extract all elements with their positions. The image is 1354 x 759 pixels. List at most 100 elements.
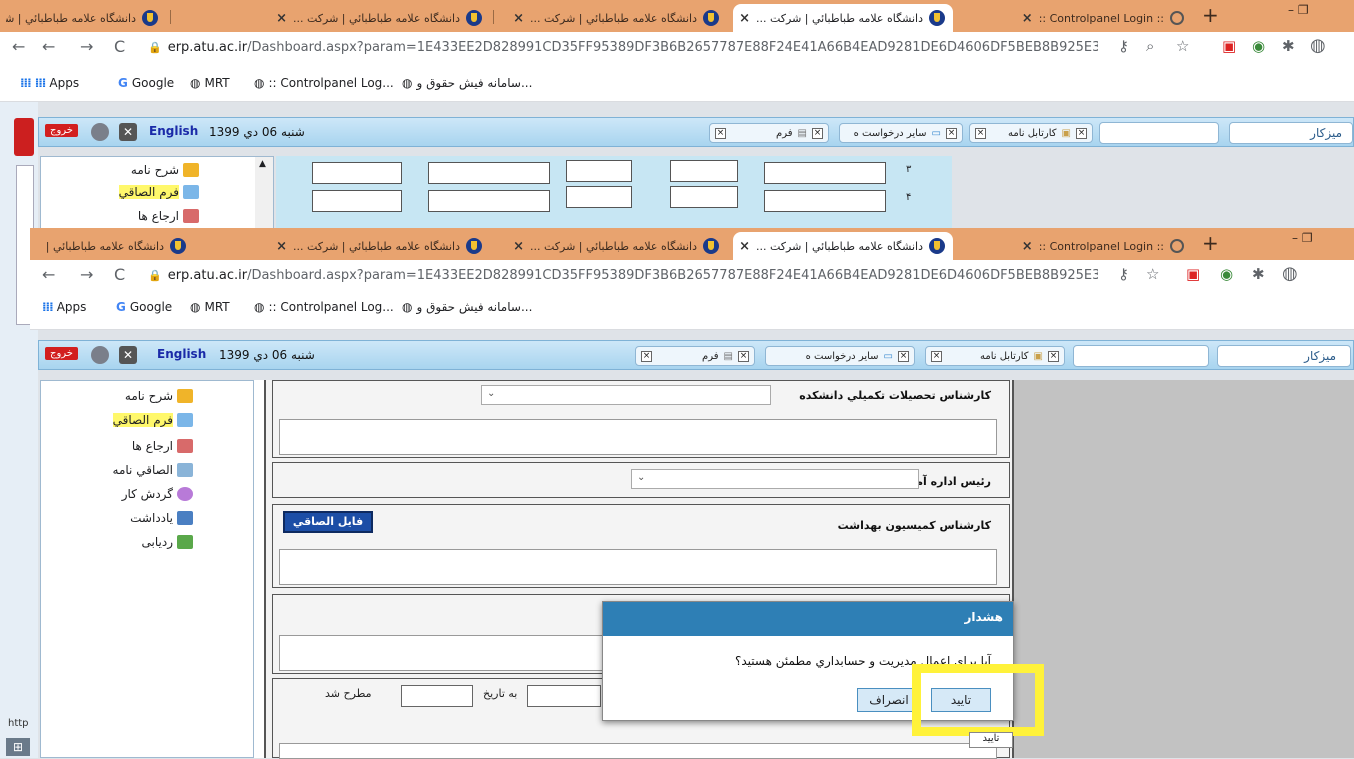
close-tab-icon[interactable]: × xyxy=(513,239,524,254)
close-tab-icon[interactable]: × xyxy=(715,127,726,139)
refresh-icon[interactable] xyxy=(91,346,109,364)
close-tab-icon[interactable]: × xyxy=(1022,11,1033,26)
form-cell[interactable] xyxy=(312,190,402,212)
form-cell[interactable] xyxy=(428,190,550,212)
close-tab-icon[interactable]: × xyxy=(1076,127,1087,139)
sidebar-item-note[interactable]: يادداشت xyxy=(130,511,193,525)
close-tab-icon[interactable]: × xyxy=(1022,239,1033,254)
pdf-extension-icon[interactable]: ▣ xyxy=(1222,37,1236,55)
pdf-extension-icon[interactable]: ▣ xyxy=(1186,265,1200,283)
browser-tab[interactable]: دانشگاه علامه طباطبائي | شرکت ...× xyxy=(250,232,490,260)
close-tab-icon[interactable]: × xyxy=(739,239,750,254)
sidebar-item-elsaqi[interactable]: الصاقي نامه xyxy=(113,463,193,477)
close-tab-icon[interactable]: × xyxy=(513,11,524,26)
back-arrow-icon[interactable]: ← xyxy=(42,37,55,56)
english-link[interactable]: English xyxy=(149,124,198,138)
sidebar-item-sharh[interactable]: شرح نامه xyxy=(131,163,199,177)
graduate-expert-select[interactable]: ⌄ xyxy=(481,385,771,405)
close-tab-icon[interactable]: × xyxy=(739,11,750,26)
close-tab-icon[interactable]: × xyxy=(1048,350,1059,362)
bookmark-mrt[interactable]: ◍ MRT xyxy=(190,76,230,90)
back-arrow-icon[interactable]: ← xyxy=(12,37,25,56)
header-tab-other[interactable]: × ▭ ساير درخواست ه xyxy=(839,123,963,143)
close-tab-icon[interactable]: × xyxy=(975,127,986,139)
zoom-icon[interactable]: ⌕ xyxy=(1146,37,1154,55)
windows-start-icon[interactable]: ⊞ xyxy=(6,738,30,756)
header-tab-kartabl[interactable]: × ▣ كارتابل نامه × xyxy=(969,123,1093,143)
header-tab-form[interactable]: × ▤ فرم × xyxy=(709,123,829,143)
profile-icon[interactable]: ◍ xyxy=(1310,35,1326,56)
browser-tab[interactable]: دانشگاه علامه طباطبائي | شرکت ...× xyxy=(250,4,490,32)
bookmark-apps[interactable]: ⁞⁞⁞ Apps xyxy=(42,300,86,314)
education-head-select[interactable]: ⌄ xyxy=(631,469,919,489)
star-icon[interactable]: ☆ xyxy=(1176,37,1189,55)
window-controls[interactable]: – ❐ xyxy=(1288,3,1309,17)
header-desk-box[interactable]: ميزكار xyxy=(1229,122,1353,144)
form-cell[interactable] xyxy=(566,186,632,208)
header-tab-form[interactable]: × ▤ فرم × xyxy=(635,346,755,366)
browser-tab[interactable]: :: Controlpanel Login :: × xyxy=(958,4,1192,32)
attachment-file-button[interactable]: فايل الصاقي xyxy=(283,511,373,533)
form-cell[interactable] xyxy=(670,186,738,208)
form-cell[interactable] xyxy=(312,162,402,184)
extension-icon[interactable]: ◉ xyxy=(1252,37,1265,55)
health-commission-comment[interactable] xyxy=(279,549,997,585)
graduate-expert-comment[interactable] xyxy=(279,419,997,455)
header-tab-other[interactable]: × ▭ ساير درخواست ه xyxy=(765,346,915,366)
bookmark-mrt[interactable]: ◍ MRT xyxy=(190,300,230,314)
sidebar-item-form[interactable]: فرم الصاقي xyxy=(112,413,193,427)
browser-tab[interactable]: دانشگاه علامه طباطبائي | شرکت ...× xyxy=(497,232,727,260)
close-tab-icon[interactable]: × xyxy=(738,350,749,362)
close-icon[interactable]: ✕ xyxy=(119,123,137,141)
forward-arrow-icon[interactable]: → xyxy=(80,265,93,284)
sidebar-item-gardesh[interactable]: گردش كار xyxy=(122,487,193,501)
sidebar-item-sharh[interactable]: شرح نامه xyxy=(125,389,193,403)
logout-button[interactable]: خروج xyxy=(45,347,78,360)
address-bar[interactable]: 🔒 erp.atu.ac.ir/Dashboard.aspx?param=1E4… xyxy=(148,35,1098,59)
close-tab-icon[interactable]: × xyxy=(276,11,287,26)
sidebar-item-erja[interactable]: ارجاع ها xyxy=(132,439,193,453)
header-search[interactable] xyxy=(1099,122,1219,144)
key-icon[interactable]: ⚷ xyxy=(1118,265,1129,283)
puzzle-icon[interactable]: ✱ xyxy=(1282,37,1295,55)
close-tab-icon[interactable]: × xyxy=(276,239,287,254)
form-cell[interactable] xyxy=(670,160,738,182)
english-link[interactable]: English xyxy=(157,347,206,361)
new-tab-button[interactable]: + xyxy=(1202,231,1219,255)
extension-icon[interactable]: ◉ xyxy=(1220,265,1233,283)
address-bar[interactable]: 🔒 erp.atu.ac.ir/Dashboard.aspx?param=1E4… xyxy=(148,263,1098,287)
header-desk-box[interactable]: ميزكار xyxy=(1217,345,1351,367)
bookmark-fish[interactable]: ◍ سامانه فيش حقوق و... xyxy=(402,76,532,90)
bookmark-google[interactable]: G Google xyxy=(116,300,172,314)
dates-comment[interactable] xyxy=(279,743,997,759)
browser-tab-active[interactable]: دانشگاه علامه طباطبائي | شرکت ... × xyxy=(733,4,953,32)
header-search[interactable] xyxy=(1073,345,1209,367)
window-controls[interactable]: – ❐ xyxy=(1292,231,1313,245)
bookmark-controlpanel[interactable]: ◍:: Controlpanel Log... xyxy=(254,76,394,90)
to-date-input[interactable] xyxy=(527,685,601,707)
form-cell[interactable] xyxy=(566,160,632,182)
close-tab-icon[interactable]: × xyxy=(898,350,909,362)
close-tab-icon[interactable]: × xyxy=(812,127,823,139)
back-arrow-icon[interactable]: ← xyxy=(42,265,55,284)
browser-tab-active[interactable]: دانشگاه علامه طباطبائي | شرکت ... × xyxy=(733,232,953,260)
header-tab-kartabl[interactable]: × ▣ كارتابل نامه × xyxy=(925,346,1065,366)
forward-arrow-icon[interactable]: → xyxy=(80,37,93,56)
sidebar-item-erja[interactable]: ارجاع ها xyxy=(138,209,199,223)
close-tab-icon[interactable]: × xyxy=(931,350,942,362)
sidebar-item-form[interactable]: فرم الصاقي xyxy=(118,185,199,199)
logout-button[interactable]: خروج xyxy=(45,124,78,137)
form-cell[interactable] xyxy=(764,162,886,184)
form-cell[interactable] xyxy=(428,162,550,184)
reload-icon[interactable]: C xyxy=(114,265,125,284)
star-icon[interactable]: ☆ xyxy=(1146,265,1159,283)
refresh-icon[interactable] xyxy=(91,123,109,141)
profile-icon[interactable]: ◍ xyxy=(1282,263,1298,284)
close-icon[interactable]: ✕ xyxy=(119,346,137,364)
browser-tab[interactable]: :: Controlpanel Login :: × xyxy=(958,232,1192,260)
new-tab-button[interactable]: + xyxy=(1202,3,1219,27)
bookmark-apps[interactable]: ⁞⁞⁞ ⁞⁞⁞ Apps xyxy=(20,76,79,90)
browser-tab[interactable]: دانشگاه علامه طباطبائي | شرکت ...× xyxy=(6,4,166,32)
browser-tab[interactable]: دانشگاه علامه طباطبائي | شرکت ...× xyxy=(44,232,194,260)
bookmark-fish[interactable]: ◍ سامانه فيش حقوق و... xyxy=(402,300,532,314)
